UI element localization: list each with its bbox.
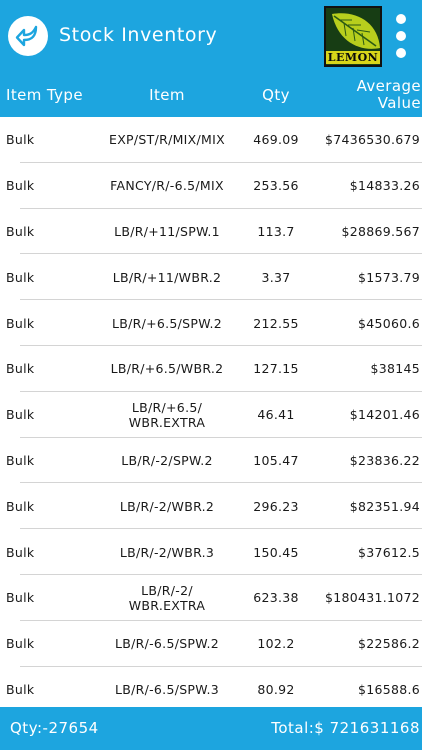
cell-item-type: Bulk <box>6 269 35 285</box>
lemon-logo: LEMON <box>324 6 382 67</box>
cell-average-value: $14833.26 <box>349 178 420 194</box>
cell-average-value: $28869.567 <box>341 223 420 239</box>
cell-item: FANCY/R/-6.5/MIX <box>110 178 224 194</box>
cell-item: LB/R/+11/WBR.2 <box>112 269 222 285</box>
logo-text: LEMON <box>326 51 380 64</box>
cell-qty: 296.23 <box>253 498 299 514</box>
inventory-table[interactable]: Bulk EXP/ST/R/MIX/MIX 469.09 $7436530.67… <box>0 117 422 707</box>
cell-item-type: Bulk <box>6 636 35 652</box>
summary-bar: Qty:-27654 Total:$ 721631168 <box>0 707 422 750</box>
column-header-item-type[interactable]: Item Type <box>6 73 83 117</box>
cell-qty: 212.55 <box>253 315 299 331</box>
cell-item-type: Bulk <box>6 498 35 514</box>
cell-qty: 102.2 <box>257 636 295 652</box>
back-button[interactable] <box>8 16 48 56</box>
cell-average-value: $7436530.679 <box>324 132 420 148</box>
table-row[interactable]: Bulk LB/R/-2/WBR.2 296.23 $82351.94 <box>0 483 422 529</box>
cell-item: LB/R/+6.5/SPW.2 <box>111 315 223 331</box>
cell-item-type: Bulk <box>6 223 35 239</box>
cell-average-value: $38145 <box>370 361 420 377</box>
cell-average-value: $82351.94 <box>349 498 420 514</box>
app-bar: Stock Inventory LEMON <box>0 0 422 73</box>
cell-average-value: $180431.1072 <box>324 590 420 606</box>
overflow-menu-button[interactable] <box>390 14 412 58</box>
column-header-qty[interactable]: Qty <box>246 73 306 117</box>
table-row[interactable]: Bulk LB/R/+6.5/ WBR.EXTRA 46.41 $14201.4… <box>0 392 422 438</box>
cell-average-value: $45060.6 <box>357 315 420 331</box>
cell-qty: 3.37 <box>261 269 291 285</box>
cell-average-value: $1573.79 <box>357 269 420 285</box>
table-row[interactable]: Bulk FANCY/R/-6.5/MIX 253.56 $14833.26 <box>0 163 422 209</box>
cell-item: LB/R/-2/ WBR.EXTRA <box>128 582 206 613</box>
total-value: Total:$ 721631168 <box>271 719 420 737</box>
cell-item: LB/R/+11/SPW.1 <box>114 223 220 239</box>
cell-qty: 46.41 <box>257 407 295 423</box>
cell-item-type: Bulk <box>6 452 35 468</box>
page-title: Stock Inventory <box>59 24 218 46</box>
column-header-average-line2: Value <box>377 94 421 112</box>
cell-qty: 113.7 <box>257 223 295 239</box>
cell-item-type: Bulk <box>6 407 35 423</box>
table-header: Item Type Item Qty Average Value <box>0 73 422 117</box>
cell-item: LB/R/-2/SPW.2 <box>121 452 213 468</box>
back-arrow-icon <box>15 25 38 47</box>
cell-item: LB/R/+6.5/WBR.2 <box>110 361 224 377</box>
table-row[interactable]: Bulk LB/R/-2/ WBR.EXTRA 623.38 $180431.1… <box>0 575 422 621</box>
cell-item-type: Bulk <box>6 590 35 606</box>
table-row[interactable]: Bulk LB/R/-6.5/SPW.3 80.92 $16588.6 <box>0 667 422 707</box>
table-row[interactable]: Bulk LB/R/+11/SPW.1 113.7 $28869.567 <box>0 209 422 255</box>
cell-item: LB/R/-2/WBR.3 <box>119 544 215 560</box>
cell-average-value: $16588.6 <box>357 681 420 697</box>
cell-item: EXP/ST/R/MIX/MIX <box>109 132 225 148</box>
cell-item: LB/R/+6.5/ WBR.EXTRA <box>128 399 206 430</box>
cell-qty: 127.15 <box>253 361 299 377</box>
table-row[interactable]: Bulk LB/R/+6.5/SPW.2 212.55 $45060.6 <box>0 300 422 346</box>
cell-item-type: Bulk <box>6 681 35 697</box>
table-row[interactable]: Bulk EXP/ST/R/MIX/MIX 469.09 $7436530.67… <box>0 117 422 163</box>
cell-average-value: $37612.5 <box>357 544 420 560</box>
table-row[interactable]: Bulk LB/R/-2/WBR.3 150.45 $37612.5 <box>0 529 422 575</box>
cell-average-value: $23836.22 <box>349 452 420 468</box>
cell-item-type: Bulk <box>6 178 35 194</box>
total-qty: Qty:-27654 <box>10 719 99 737</box>
table-row[interactable]: Bulk LB/R/+6.5/WBR.2 127.15 $38145 <box>0 346 422 392</box>
cell-item: LB/R/-6.5/SPW.2 <box>114 636 220 652</box>
cell-average-value: $14201.46 <box>349 407 420 423</box>
cell-qty: 80.92 <box>257 681 295 697</box>
cell-item: LB/R/-2/WBR.2 <box>119 498 215 514</box>
column-header-average-value[interactable]: Average Value <box>357 73 421 117</box>
table-row[interactable]: Bulk LB/R/+11/WBR.2 3.37 $1573.79 <box>0 254 422 300</box>
more-vertical-icon <box>396 48 406 58</box>
table-row[interactable]: Bulk LB/R/-2/SPW.2 105.47 $23836.22 <box>0 438 422 484</box>
cell-qty: 253.56 <box>253 178 299 194</box>
table-row[interactable]: Bulk LB/R/-6.5/SPW.2 102.2 $22586.2 <box>0 621 422 667</box>
cell-qty: 105.47 <box>253 452 299 468</box>
more-vertical-icon <box>396 14 406 24</box>
cell-item: LB/R/-6.5/SPW.3 <box>114 681 220 697</box>
cell-qty: 623.38 <box>253 590 299 606</box>
cell-average-value: $22586.2 <box>357 636 420 652</box>
cell-qty: 150.45 <box>253 544 299 560</box>
cell-item-type: Bulk <box>6 315 35 331</box>
cell-item-type: Bulk <box>6 544 35 560</box>
column-header-average-line1: Average <box>356 77 421 95</box>
cell-item-type: Bulk <box>6 132 35 148</box>
more-vertical-icon <box>396 31 406 41</box>
cell-qty: 469.09 <box>253 132 299 148</box>
cell-item-type: Bulk <box>6 361 35 377</box>
column-header-item[interactable]: Item <box>108 73 226 117</box>
